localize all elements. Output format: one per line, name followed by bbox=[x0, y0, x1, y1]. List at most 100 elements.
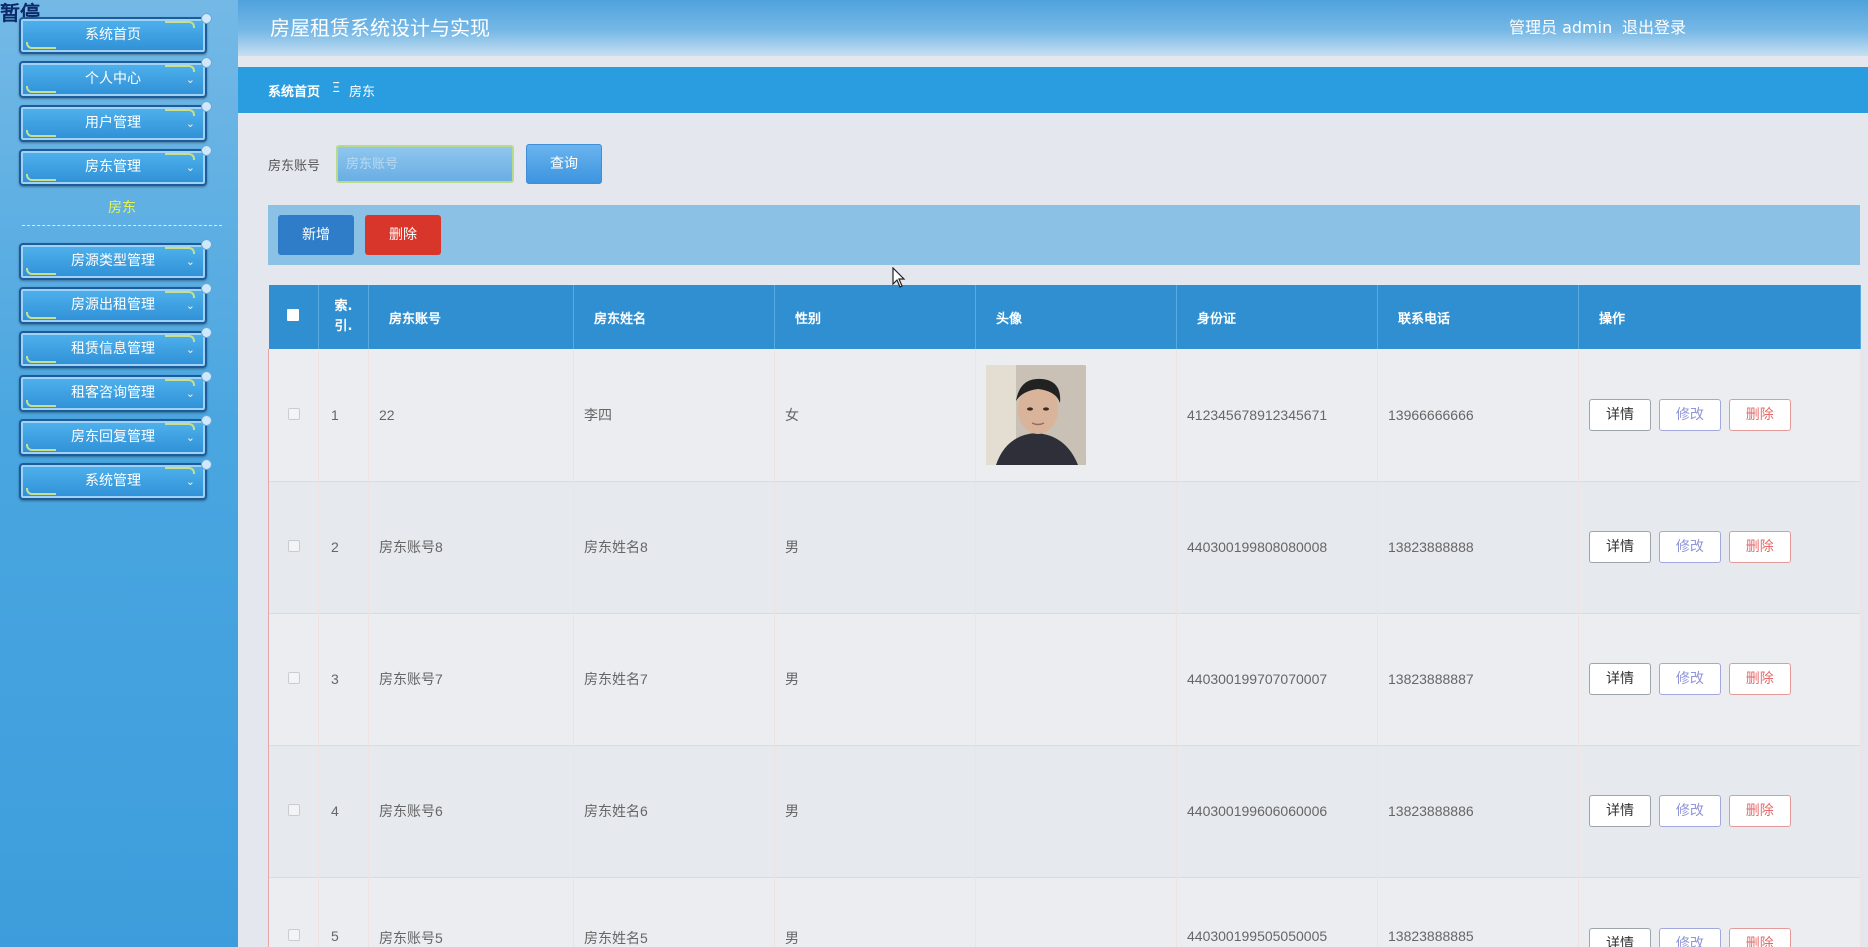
sidebar-item-house-type-management[interactable]: 房源类型管理 ⌄ bbox=[19, 239, 212, 280]
ornament-icon bbox=[165, 21, 195, 28]
ornament-icon bbox=[26, 268, 56, 275]
knob-icon bbox=[201, 415, 212, 426]
breadcrumb-separator-icon: Ξ bbox=[332, 81, 341, 96]
breadcrumb-home-link[interactable]: 系统首页 bbox=[268, 81, 320, 100]
sidebar-item-label: 房源出租管理 bbox=[71, 297, 155, 313]
row-phone: 13966666666 bbox=[1377, 349, 1579, 481]
knob-icon bbox=[201, 239, 212, 250]
sidebar-item-personal-center[interactable]: 个人中心 ⌄ bbox=[19, 57, 212, 98]
edit-button[interactable]: 修改 bbox=[1658, 795, 1721, 827]
sidebar-item-house-rental-management[interactable]: 房源出租管理 ⌄ bbox=[19, 283, 212, 324]
row-name: 房东姓名6 bbox=[573, 745, 775, 877]
detail-button[interactable]: 详情 bbox=[1589, 795, 1651, 827]
table-row: 3 房东账号7 房东姓名7 男 440300199707070007 13823… bbox=[268, 613, 1861, 745]
sidebar-item-label: 房东管理 bbox=[85, 159, 141, 175]
delete-button[interactable]: 删除 bbox=[1728, 927, 1791, 947]
delete-button[interactable]: 删除 bbox=[1728, 663, 1791, 695]
row-account: 房东账号6 bbox=[368, 745, 574, 877]
logout-link[interactable]: 退出登录 bbox=[1622, 14, 1686, 38]
knob-icon bbox=[201, 13, 212, 24]
row-phone: 13823888887 bbox=[1377, 613, 1579, 745]
row-avatar-cell bbox=[975, 349, 1177, 481]
checkbox-icon bbox=[287, 672, 300, 684]
row-checkbox[interactable] bbox=[268, 349, 319, 481]
sidebar-item-label: 系统管理 bbox=[85, 473, 141, 489]
submenu-item-landlord[interactable]: 房东 bbox=[22, 197, 222, 217]
column-header-name: 房东姓名 bbox=[573, 285, 775, 349]
row-account: 房东账号8 bbox=[368, 481, 574, 613]
sidebar-item-landlord-management[interactable]: 房东管理 ⌄ bbox=[19, 145, 212, 186]
row-index: 2 bbox=[318, 481, 369, 613]
chevron-down-icon: ⌄ bbox=[185, 387, 195, 400]
detail-button[interactable]: 详情 bbox=[1589, 531, 1651, 563]
detail-button[interactable]: 详情 bbox=[1589, 927, 1651, 947]
row-id-card: 440300199505050005 bbox=[1176, 877, 1378, 947]
knob-icon bbox=[201, 459, 212, 470]
search-button[interactable]: 查询 bbox=[526, 144, 602, 184]
ornament-icon bbox=[26, 174, 56, 181]
admin-user-label: 管理员 admin bbox=[1509, 18, 1613, 37]
chevron-down-icon: ⌄ bbox=[185, 299, 195, 312]
row-index: 4 bbox=[318, 745, 369, 877]
detail-button[interactable]: 详情 bbox=[1589, 398, 1651, 431]
chevron-down-icon: ⌄ bbox=[185, 117, 195, 130]
row-actions: 详情 修改 删除 bbox=[1578, 613, 1861, 745]
ornament-icon bbox=[26, 356, 56, 363]
row-id-card: 440300199707070007 bbox=[1176, 613, 1378, 745]
edit-button[interactable]: 修改 bbox=[1658, 927, 1721, 947]
delete-button[interactable]: 删除 bbox=[1728, 398, 1791, 431]
row-actions: 详情 修改 删除 bbox=[1578, 481, 1861, 613]
sidebar-item-landlord-reply-management[interactable]: 房东回复管理 ⌄ bbox=[19, 415, 212, 456]
row-id-card: 440300199808080008 bbox=[1176, 481, 1378, 613]
row-checkbox[interactable] bbox=[268, 745, 319, 877]
sidebar-item-tenant-consult-management[interactable]: 租客咨询管理 ⌄ bbox=[19, 371, 212, 412]
batch-delete-button[interactable]: 删除 bbox=[365, 215, 441, 255]
breadcrumb-current: 房东 bbox=[349, 85, 376, 100]
sidebar-item-label: 租赁信息管理 bbox=[71, 341, 155, 357]
select-all-checkbox[interactable] bbox=[268, 285, 319, 349]
row-gender: 男 bbox=[774, 877, 976, 947]
edit-button[interactable]: 修改 bbox=[1658, 663, 1721, 695]
ornament-icon bbox=[26, 42, 56, 49]
row-checkbox[interactable] bbox=[268, 481, 319, 613]
checkbox-icon bbox=[287, 309, 300, 321]
column-header-index: 索. 引. bbox=[318, 285, 369, 349]
sidebar-item-user-management[interactable]: 用户管理 ⌄ bbox=[19, 101, 212, 142]
breadcrumb: 系统首页 Ξ 房东 bbox=[238, 67, 1868, 113]
row-account: 房东账号5 bbox=[368, 877, 574, 947]
row-name: 房东姓名8 bbox=[573, 481, 775, 613]
row-checkbox[interactable] bbox=[268, 613, 319, 745]
row-account: 房东账号7 bbox=[368, 613, 574, 745]
edit-button[interactable]: 修改 bbox=[1658, 398, 1721, 431]
sidebar-item-label: 用户管理 bbox=[85, 115, 141, 131]
top-header: 房屋租赁系统设计与实现 管理员 admin 退出登录 bbox=[238, 0, 1868, 56]
row-avatar-cell bbox=[975, 481, 1177, 613]
table-row: 4 房东账号6 房东姓名6 男 440300199606060006 13823… bbox=[268, 745, 1861, 877]
column-header-account: 房东账号 bbox=[368, 285, 574, 349]
row-checkbox[interactable] bbox=[268, 877, 319, 947]
sidebar-item-home[interactable]: 系统首页 bbox=[19, 13, 212, 54]
add-button[interactable]: 新增 bbox=[278, 215, 354, 255]
detail-button[interactable]: 详情 bbox=[1589, 663, 1651, 695]
avatar bbox=[986, 364, 1086, 465]
knob-icon bbox=[201, 101, 212, 112]
row-name: 房东姓名5 bbox=[573, 877, 775, 947]
sidebar-item-label: 系统首页 bbox=[85, 27, 141, 43]
landlord-account-search-input[interactable] bbox=[336, 145, 514, 183]
ornament-icon bbox=[26, 488, 56, 495]
row-id-card: 440300199606060006 bbox=[1176, 745, 1378, 877]
table-row: 1 22 李四 女 412345678912345671 13966666666… bbox=[268, 349, 1861, 481]
row-actions: 详情 修改 删除 bbox=[1578, 349, 1861, 481]
delete-button[interactable]: 删除 bbox=[1728, 531, 1791, 563]
sidebar-item-system-management[interactable]: 系统管理 ⌄ bbox=[19, 459, 212, 500]
sidebar-item-lease-info-management[interactable]: 租赁信息管理 ⌄ bbox=[19, 327, 212, 368]
row-id-card: 412345678912345671 bbox=[1176, 349, 1378, 481]
edit-button[interactable]: 修改 bbox=[1658, 531, 1721, 563]
knob-icon bbox=[201, 371, 212, 382]
table-header-row: 索. 引. 房东账号 房东姓名 性别 头像 身份证 联系电话 操作 bbox=[268, 285, 1861, 349]
sidebar-item-label: 个人中心 bbox=[85, 71, 141, 87]
chevron-down-icon: ⌄ bbox=[185, 343, 195, 356]
delete-button[interactable]: 删除 bbox=[1728, 795, 1791, 827]
chevron-down-icon: ⌄ bbox=[185, 73, 195, 86]
app-root: 暂停 系统首页 个人中心 ⌄ 用户管理 ⌄ 房东管理 ⌄ 房东 房源类型管理 ⌄… bbox=[0, 0, 1868, 947]
